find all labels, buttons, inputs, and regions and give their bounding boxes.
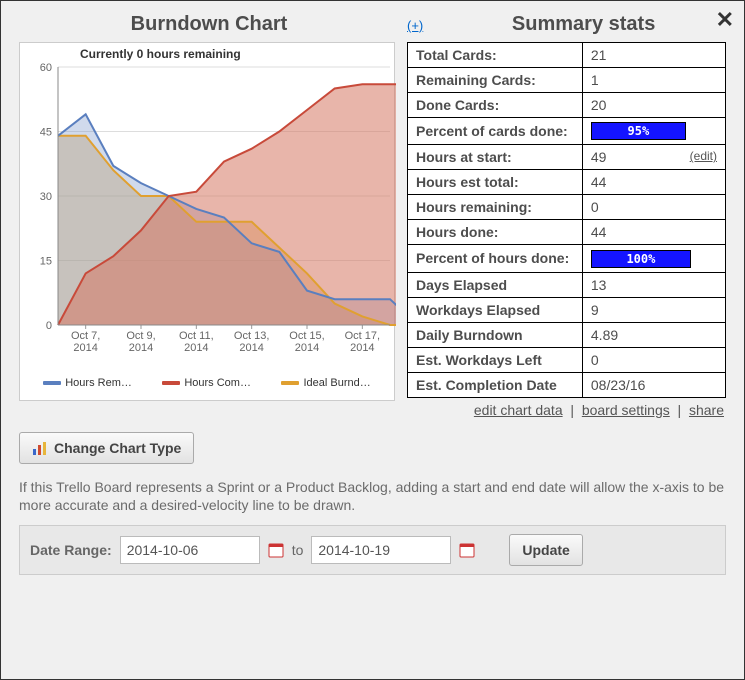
stat-label: Done Cards: [408, 93, 583, 118]
change-chart-type-button[interactable]: Change Chart Type [19, 432, 194, 464]
svg-text:Oct 7,: Oct 7, [71, 330, 100, 342]
help-note: If this Trello Board represents a Sprint… [19, 478, 726, 516]
stat-label: Percent of cards done: [408, 118, 583, 145]
table-row: Est. Workdays Left0 [408, 347, 726, 372]
svg-text:Oct 9,: Oct 9, [126, 330, 155, 342]
date-range-row: Date Range: to Update [19, 525, 726, 575]
stat-value: 20 [582, 93, 725, 118]
table-row: Daily Burndown4.89 [408, 322, 726, 347]
stat-value: 08/23/16 [582, 372, 725, 397]
stat-label: Hours est total: [408, 170, 583, 195]
burndown-modal: ✕ Burndown Chart Currently 0 hours remai… [0, 0, 745, 680]
table-row: Est. Completion Date08/23/16 [408, 372, 726, 397]
svg-text:15: 15 [40, 256, 52, 268]
summary-table: Total Cards:21Remaining Cards:1Done Card… [407, 42, 726, 398]
svg-text:2014: 2014 [295, 342, 319, 354]
table-row: Percent of cards done: 95% [408, 118, 726, 145]
close-icon[interactable]: ✕ [716, 7, 734, 33]
svg-text:45: 45 [40, 127, 52, 139]
table-row: Days Elapsed13 [408, 272, 726, 297]
stat-label: Workdays Elapsed [408, 297, 583, 322]
table-row: Hours est total:44 [408, 170, 726, 195]
chart-legend: Hours Rem… Hours Com… Ideal Burnd… [20, 373, 394, 393]
svg-text:2014: 2014 [350, 342, 374, 354]
table-row: Hours remaining:0 [408, 195, 726, 220]
svg-text:60: 60 [40, 62, 52, 74]
stat-label: Est. Workdays Left [408, 347, 583, 372]
calendar-icon[interactable] [459, 542, 475, 558]
stat-value: 44 [582, 220, 725, 245]
table-row: Hours done:44 [408, 220, 726, 245]
stat-value: 1 [582, 68, 725, 93]
stat-value: 9 [582, 297, 725, 322]
stat-label: Percent of hours done: [408, 245, 583, 272]
svg-text:30: 30 [40, 191, 52, 203]
stat-value: 21 [582, 43, 725, 68]
stat-label: Remaining Cards: [408, 68, 583, 93]
stat-label: Total Cards: [408, 43, 583, 68]
svg-text:Oct 17,: Oct 17, [345, 330, 380, 342]
date-to-input[interactable] [311, 536, 451, 564]
stat-value: 0 [582, 347, 725, 372]
svg-text:0: 0 [46, 320, 52, 332]
stat-value: 13 [582, 272, 725, 297]
expand-toggle[interactable]: (+) [407, 18, 423, 33]
table-row: Workdays Elapsed9 [408, 297, 726, 322]
percent-bar: 95% [591, 122, 686, 140]
chart-type-icon [32, 440, 48, 456]
share-link[interactable]: share [689, 402, 724, 418]
chart-subtitle: Currently 0 hours remaining [80, 47, 241, 61]
stat-label: Est. Completion Date [408, 372, 583, 397]
table-row: Percent of hours done: 100% [408, 245, 726, 272]
stat-value: 95% [582, 118, 725, 145]
burndown-chart: Currently 0 hours remaining 0 15 30 45 60 Oct… [19, 42, 395, 401]
table-row: Remaining Cards:1 [408, 68, 726, 93]
stat-value: 44 [582, 170, 725, 195]
table-links: edit chart data | board settings | share [407, 398, 726, 422]
stat-value: 4.89 [582, 322, 725, 347]
stat-value: 100% [582, 245, 725, 272]
stat-label: Hours remaining: [408, 195, 583, 220]
svg-text:2014: 2014 [184, 342, 208, 354]
summary-title: Summary stats [441, 13, 726, 36]
table-row: Hours at start:49(edit) [408, 145, 726, 170]
svg-text:Oct 11,: Oct 11, [179, 330, 214, 342]
edit-link[interactable]: (edit) [690, 149, 717, 163]
stat-value: 0 [582, 195, 725, 220]
svg-text:2014: 2014 [73, 342, 97, 354]
date-from-input[interactable] [120, 536, 260, 564]
chart-title: Burndown Chart [19, 13, 399, 36]
date-range-label: Date Range: [30, 542, 112, 558]
percent-bar: 100% [591, 250, 691, 268]
svg-text:2014: 2014 [239, 342, 263, 354]
stat-label: Days Elapsed [408, 272, 583, 297]
table-row: Done Cards:20 [408, 93, 726, 118]
svg-text:Oct 13,: Oct 13, [234, 330, 269, 342]
stat-value: 49(edit) [582, 145, 725, 170]
svg-text:Oct 15,: Oct 15, [289, 330, 324, 342]
svg-text:2014: 2014 [129, 342, 153, 354]
calendar-icon[interactable] [268, 542, 284, 558]
chart-svg: 015304560Oct 7,2014Oct 9,2014Oct 11,2014… [20, 43, 396, 373]
stat-label: Daily Burndown [408, 322, 583, 347]
board-settings-link[interactable]: board settings [582, 402, 670, 418]
stat-label: Hours done: [408, 220, 583, 245]
table-row: Total Cards:21 [408, 43, 726, 68]
update-button[interactable]: Update [509, 534, 582, 566]
edit-chart-data-link[interactable]: edit chart data [474, 402, 563, 418]
stat-label: Hours at start: [408, 145, 583, 170]
to-label: to [292, 542, 304, 558]
